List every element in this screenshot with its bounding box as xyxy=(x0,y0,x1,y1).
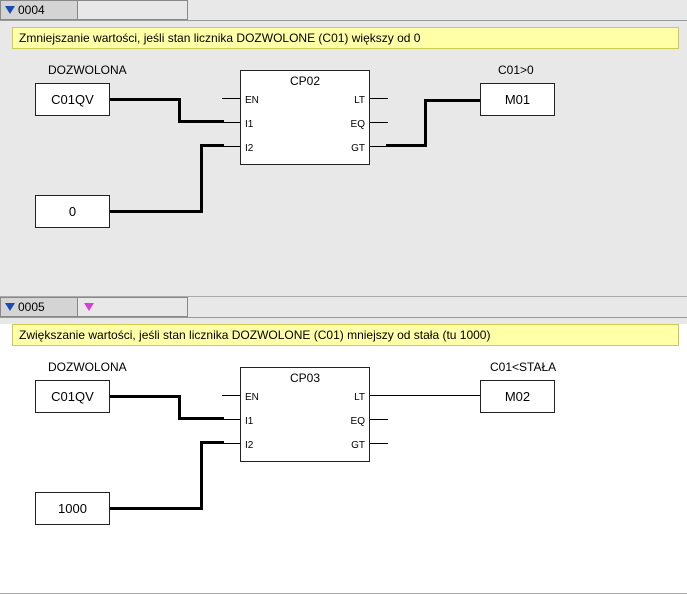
rung-comment: Zmniejszanie wartości, jeśli stan liczni… xyxy=(12,27,679,49)
pin-eq: EQ xyxy=(351,119,365,130)
pin-i2: I2 xyxy=(245,143,253,154)
rung-number: 0004 xyxy=(18,3,45,17)
rung-extra-cell xyxy=(78,297,188,317)
fbd-canvas: DOZWOLONA C01>0 C01QV 0 CP02 EN I1 I2 LT… xyxy=(0,55,687,265)
input-box-a[interactable]: C01QV xyxy=(35,380,110,413)
output-box[interactable]: M02 xyxy=(480,380,555,413)
wire xyxy=(200,441,203,509)
pin-i2: I2 xyxy=(245,440,253,451)
rung-comment: Zwiększanie wartości, jeśli stan licznik… xyxy=(12,324,679,346)
wire xyxy=(110,507,203,510)
wire-stub xyxy=(222,419,240,420)
wire xyxy=(386,395,480,396)
wire xyxy=(178,98,181,122)
wire xyxy=(200,144,203,212)
wire xyxy=(178,395,181,419)
input-box-b[interactable]: 0 xyxy=(35,195,110,228)
pin-gt: GT xyxy=(351,143,365,154)
wire xyxy=(386,144,426,147)
input-label: DOZWOLONA xyxy=(48,360,127,374)
output-label: C01<STAŁA xyxy=(490,360,556,374)
pin-eq: EQ xyxy=(351,416,365,427)
wire xyxy=(110,210,203,213)
wire xyxy=(178,120,224,123)
pin-en: EN xyxy=(245,392,259,403)
collapse-icon[interactable] xyxy=(5,6,15,14)
pin-lt: LT xyxy=(354,392,365,403)
input-box-b[interactable]: 1000 xyxy=(35,492,110,525)
wire-stub xyxy=(370,122,388,123)
wire-stub xyxy=(222,98,240,99)
pin-i1: I1 xyxy=(245,416,253,427)
rung-number: 0005 xyxy=(18,300,45,314)
function-block[interactable]: CP03 EN I1 I2 LT EQ GT xyxy=(240,367,370,462)
output-label: C01>0 xyxy=(498,63,534,77)
wire xyxy=(424,99,480,102)
block-name: CP03 xyxy=(241,371,369,385)
wire-stub xyxy=(222,395,240,396)
pin-gt: GT xyxy=(351,440,365,451)
pin-en: EN xyxy=(245,95,259,106)
rung-number-cell[interactable]: 0004 xyxy=(0,0,78,20)
wire-stub xyxy=(370,98,388,99)
wire xyxy=(178,417,224,420)
rung-number-cell[interactable]: 0005 xyxy=(0,297,78,317)
rung-body: Zwiększanie wartości, jeśli stan licznik… xyxy=(0,324,687,594)
rung-header: 0005 xyxy=(0,297,687,318)
input-box-a[interactable]: C01QV xyxy=(35,83,110,116)
wire xyxy=(424,99,427,147)
fbd-canvas: DOZWOLONA C01<STAŁA C01QV 1000 CP03 EN I… xyxy=(0,352,687,562)
rung-header: 0004 xyxy=(0,0,687,21)
pin-i1: I1 xyxy=(245,119,253,130)
wire xyxy=(200,441,224,444)
output-box[interactable]: M01 xyxy=(480,83,555,116)
wire-stub xyxy=(222,443,240,444)
pin-lt: LT xyxy=(354,95,365,106)
rung-body: Zmniejszanie wartości, jeśli stan liczni… xyxy=(0,27,687,297)
wire-stub xyxy=(370,443,388,444)
rung-extra-cell xyxy=(78,0,188,20)
wire xyxy=(200,144,224,147)
block-name: CP02 xyxy=(241,74,369,88)
collapse-icon[interactable] xyxy=(5,303,15,311)
wire-stub xyxy=(222,122,240,123)
function-block[interactable]: CP02 EN I1 I2 LT EQ GT xyxy=(240,70,370,165)
wire-stub xyxy=(370,419,388,420)
wire-stub xyxy=(222,146,240,147)
wire xyxy=(110,395,180,398)
marker-icon[interactable] xyxy=(84,303,94,311)
input-label: DOZWOLONA xyxy=(48,63,127,77)
wire xyxy=(110,98,180,101)
